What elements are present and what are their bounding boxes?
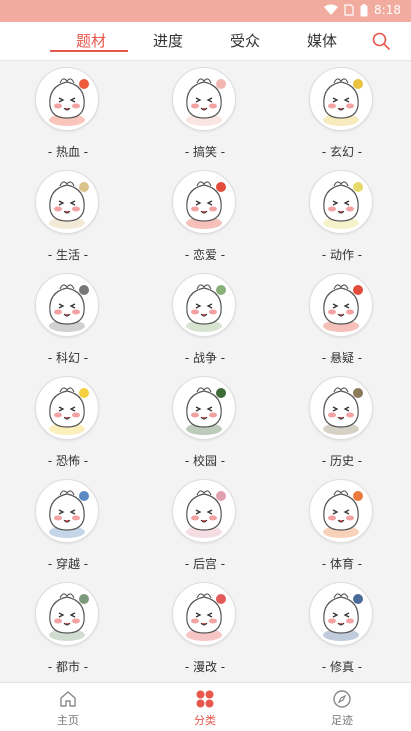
category-item[interactable]: - 漫改 -	[145, 576, 265, 676]
category-mascot-icon	[172, 479, 236, 543]
tab-audience[interactable]: 受众	[230, 30, 260, 51]
category-label: - 玄幻 -	[321, 145, 363, 159]
status-time: 8:18	[374, 3, 401, 17]
category-mascot-icon	[172, 170, 236, 234]
category-label: - 恐怖 -	[47, 454, 89, 468]
battery-icon	[360, 3, 368, 16]
category-item[interactable]: - 战争 -	[145, 267, 265, 367]
category-label: - 后宫 -	[184, 557, 226, 571]
nav-category[interactable]: 分类	[170, 689, 240, 728]
tab-subject[interactable]: 题材	[76, 30, 106, 51]
category-item[interactable]: - 恋爱 -	[145, 164, 265, 264]
category-label: - 搞笑 -	[184, 145, 226, 159]
category-item[interactable]: - 体育 -	[282, 473, 402, 573]
category-label: - 修真 -	[321, 660, 363, 674]
category-label: - 校园 -	[184, 454, 226, 468]
category-item[interactable]: - 都市 -	[8, 576, 128, 676]
sim-icon	[344, 4, 354, 16]
category-label: - 科幻 -	[47, 351, 89, 365]
category-mascot-icon	[309, 582, 373, 646]
category-mascot-icon	[35, 479, 99, 543]
category-label: - 热血 -	[47, 145, 89, 159]
nav-home-label: 主页	[57, 714, 79, 727]
category-item[interactable]: - 科幻 -	[8, 267, 128, 367]
category-mascot-icon	[35, 376, 99, 440]
category-label: - 穿越 -	[47, 557, 89, 571]
category-mascot-icon	[35, 170, 99, 234]
category-label: - 恋爱 -	[184, 248, 226, 262]
category-label: - 生活 -	[47, 248, 89, 262]
category-label: - 战争 -	[184, 351, 226, 365]
category-item[interactable]: - 动作 -	[282, 164, 402, 264]
category-icon	[196, 690, 214, 708]
nav-category-label: 分类	[194, 714, 216, 727]
tab-media[interactable]: 媒体	[307, 30, 337, 51]
category-label: - 动作 -	[321, 248, 363, 262]
nav-home[interactable]: 主页	[33, 689, 103, 728]
category-label: - 悬疑 -	[321, 351, 363, 365]
category-mascot-icon	[172, 273, 236, 337]
search-icon[interactable]	[371, 31, 391, 51]
category-mascot-icon	[309, 273, 373, 337]
category-item[interactable]: - 恐怖 -	[8, 370, 128, 470]
category-item[interactable]: - 修真 -	[282, 576, 402, 676]
category-item[interactable]: - 历史 -	[282, 370, 402, 470]
category-mascot-icon	[172, 582, 236, 646]
category-item[interactable]: - 搞笑 -	[145, 61, 265, 161]
category-label: - 都市 -	[47, 660, 89, 674]
tab-progress[interactable]: 进度	[153, 30, 183, 51]
nav-footprint[interactable]: 足迹	[307, 689, 377, 728]
category-item[interactable]: - 生活 -	[8, 164, 128, 264]
nav-footprint-label: 足迹	[331, 714, 353, 727]
category-mascot-icon	[172, 67, 236, 131]
category-item[interactable]: - 玄幻 -	[282, 61, 402, 161]
category-mascot-icon	[309, 376, 373, 440]
category-item[interactable]: - 穿越 -	[8, 473, 128, 573]
wifi-icon	[324, 4, 339, 15]
category-item[interactable]: - 校园 -	[145, 370, 265, 470]
compass-icon	[333, 690, 351, 708]
status-bar: 8:18	[0, 0, 411, 22]
bottom-nav: 主页 分类 足迹	[0, 682, 411, 731]
category-mascot-icon	[309, 479, 373, 543]
home-icon	[60, 691, 76, 707]
category-item[interactable]: - 后宫 -	[145, 473, 265, 573]
category-mascot-icon	[309, 170, 373, 234]
category-grid: - 热血 - - 搞笑 - - 玄幻 - - 生活 - - 恋爱 - - 动作 - - 科幻…	[0, 61, 411, 682]
category-tab-bar: 题材 进度 受众 媒体	[0, 22, 411, 61]
category-label: - 体育 -	[321, 557, 363, 571]
category-mascot-icon	[35, 273, 99, 337]
category-mascot-icon	[309, 67, 373, 131]
category-item[interactable]: - 悬疑 -	[282, 267, 402, 367]
category-mascot-icon	[35, 582, 99, 646]
category-label: - 历史 -	[321, 454, 363, 468]
category-item[interactable]: - 热血 -	[8, 61, 128, 161]
category-label: - 漫改 -	[184, 660, 226, 674]
category-mascot-icon	[172, 376, 236, 440]
category-mascot-icon	[35, 67, 99, 131]
active-tab-indicator	[50, 50, 128, 52]
